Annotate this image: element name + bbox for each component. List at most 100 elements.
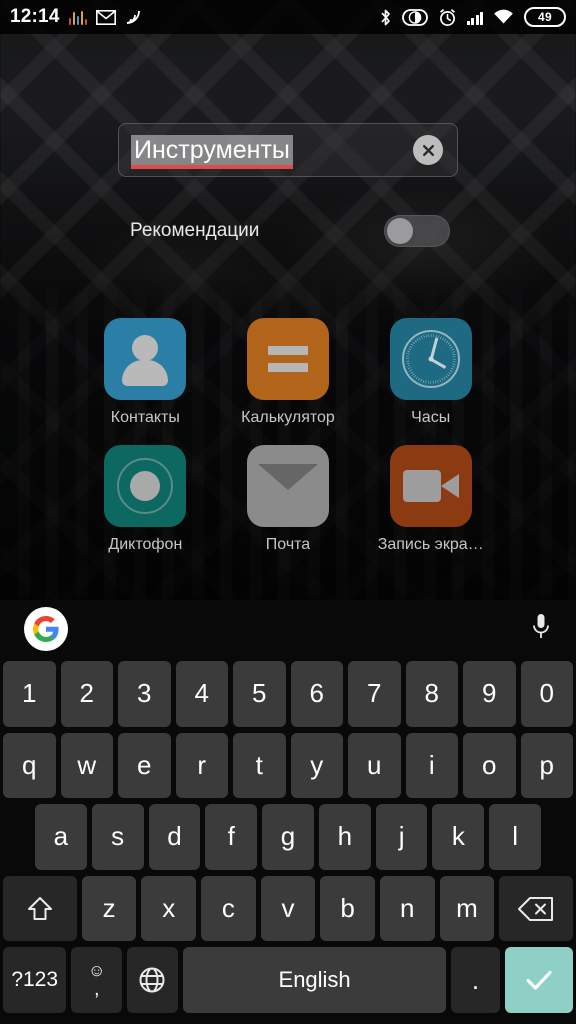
app-item-contacts[interactable]: Контакты bbox=[74, 318, 217, 427]
backspace-key[interactable] bbox=[499, 875, 574, 942]
clock-hour-hand bbox=[430, 357, 447, 369]
google-logo-icon[interactable] bbox=[24, 607, 68, 651]
key-s[interactable]: s bbox=[91, 804, 144, 870]
keyboard-row-numbers: 1 2 3 4 5 6 7 8 9 0 bbox=[3, 658, 573, 730]
app-label: Калькулятор bbox=[241, 409, 335, 426]
space-key[interactable]: English bbox=[182, 947, 447, 1013]
key-y[interactable]: y bbox=[290, 732, 343, 799]
recommendations-toggle[interactable] bbox=[384, 215, 450, 247]
key-g[interactable]: g bbox=[262, 804, 314, 870]
wifi-icon bbox=[494, 9, 513, 24]
key-4[interactable]: 4 bbox=[175, 661, 228, 727]
clock-minute-hand bbox=[429, 337, 438, 360]
app-item-calculator[interactable]: Калькулятор bbox=[217, 318, 360, 427]
key-5[interactable]: 5 bbox=[233, 661, 286, 727]
key-d[interactable]: d bbox=[148, 804, 201, 870]
mail-icon[interactable] bbox=[246, 445, 329, 527]
key-x[interactable]: x bbox=[141, 875, 197, 942]
signal-icon bbox=[466, 10, 483, 25]
key-2[interactable]: 2 bbox=[60, 661, 113, 727]
key-m[interactable]: m bbox=[439, 875, 495, 942]
app-item-screen-recorder[interactable]: Запись экра… bbox=[359, 445, 502, 554]
key-i[interactable]: i bbox=[405, 732, 458, 799]
key-z[interactable]: z bbox=[81, 875, 137, 942]
close-icon bbox=[422, 144, 434, 156]
video-camera-shape bbox=[402, 470, 459, 502]
bluetooth-icon bbox=[380, 9, 390, 25]
mail-icon bbox=[96, 9, 117, 25]
key-j[interactable]: j bbox=[375, 804, 428, 870]
language-key[interactable] bbox=[127, 947, 178, 1013]
key-7[interactable]: 7 bbox=[348, 661, 401, 727]
recommendations-row[interactable]: Рекомендации bbox=[130, 210, 450, 252]
composing-underline bbox=[131, 165, 293, 169]
search-input-value[interactable]: Инструменты bbox=[131, 135, 293, 166]
key-r[interactable]: r bbox=[175, 732, 228, 799]
status-bar: 12:14 49 bbox=[0, 0, 576, 34]
symbols-key[interactable]: ?123 bbox=[3, 947, 67, 1013]
key-o[interactable]: o bbox=[463, 732, 516, 799]
envelope-flap-shape bbox=[257, 464, 318, 490]
contacts-icon[interactable] bbox=[104, 318, 187, 400]
do-not-disturb-icon bbox=[401, 8, 428, 26]
app-item-voice-recorder[interactable]: Диктофон bbox=[74, 445, 217, 554]
key-u[interactable]: u bbox=[348, 732, 401, 799]
key-9[interactable]: 9 bbox=[463, 661, 516, 727]
calculator-icon[interactable] bbox=[246, 318, 329, 400]
key-t[interactable]: t bbox=[233, 732, 286, 799]
key-0[interactable]: 0 bbox=[520, 661, 573, 727]
on-screen-keyboard: 1 2 3 4 5 6 7 8 9 0 q w e r t y u i o p … bbox=[0, 600, 576, 1024]
key-q[interactable]: q bbox=[3, 732, 56, 799]
search-input[interactable]: Инструменты bbox=[118, 123, 458, 177]
key-e[interactable]: e bbox=[118, 732, 171, 799]
key-p[interactable]: p bbox=[520, 732, 573, 799]
key-a[interactable]: a bbox=[35, 804, 87, 870]
key-f[interactable]: f bbox=[205, 804, 258, 870]
shift-icon bbox=[27, 896, 52, 920]
clear-icon[interactable] bbox=[413, 135, 443, 165]
comma-label: , bbox=[94, 978, 100, 1000]
key-v[interactable]: v bbox=[260, 875, 316, 942]
app-label: Часы bbox=[411, 409, 451, 426]
period-key[interactable]: . bbox=[451, 947, 500, 1013]
app-item-mail[interactable]: Почта bbox=[217, 445, 360, 554]
rss-icon bbox=[126, 10, 141, 24]
enter-key[interactable] bbox=[504, 947, 573, 1013]
key-l[interactable]: l bbox=[489, 804, 542, 870]
alarm-icon bbox=[439, 8, 455, 26]
keyboard-row-zxcv: z x c v b n m bbox=[3, 873, 574, 945]
clock-pivot bbox=[428, 356, 434, 362]
key-c[interactable]: c bbox=[201, 875, 256, 942]
key-3[interactable]: 3 bbox=[118, 661, 171, 727]
checkmark-icon bbox=[526, 971, 552, 990]
clock-icon[interactable] bbox=[389, 318, 472, 400]
emoji-comma-key[interactable]: ☺ , bbox=[71, 947, 123, 1013]
backspace-icon bbox=[518, 896, 554, 921]
key-w[interactable]: w bbox=[60, 732, 113, 799]
battery-level: 49 bbox=[538, 10, 552, 24]
app-item-clock[interactable]: Часы bbox=[359, 318, 502, 427]
key-6[interactable]: 6 bbox=[290, 661, 343, 727]
app-label: Почта bbox=[265, 536, 311, 553]
screen-recorder-icon[interactable] bbox=[389, 445, 472, 527]
key-1[interactable]: 1 bbox=[3, 661, 56, 727]
key-k[interactable]: k bbox=[432, 804, 485, 870]
globe-icon bbox=[139, 967, 165, 993]
clock-face bbox=[401, 330, 460, 388]
envelope-shape bbox=[257, 464, 318, 508]
app-label: Контакты bbox=[110, 409, 180, 426]
key-h[interactable]: h bbox=[318, 804, 371, 870]
voice-recorder-icon[interactable] bbox=[104, 445, 187, 527]
emoji-icon: ☺ bbox=[88, 960, 106, 980]
equalizer-icon bbox=[68, 10, 88, 25]
microphone-icon[interactable] bbox=[530, 612, 552, 647]
key-b[interactable]: b bbox=[320, 875, 375, 942]
shift-key[interactable] bbox=[3, 875, 77, 942]
person-head-shape bbox=[132, 335, 159, 361]
key-8[interactable]: 8 bbox=[405, 661, 458, 727]
equals-glyph bbox=[267, 346, 308, 372]
phone-screen: 12:14 49 Инструменты Рекомендации Контак… bbox=[0, 0, 576, 1024]
keyboard-row-qwerty: q w e r t y u i o p bbox=[3, 730, 573, 802]
camera-lens-shape bbox=[440, 474, 459, 498]
key-n[interactable]: n bbox=[379, 875, 435, 942]
